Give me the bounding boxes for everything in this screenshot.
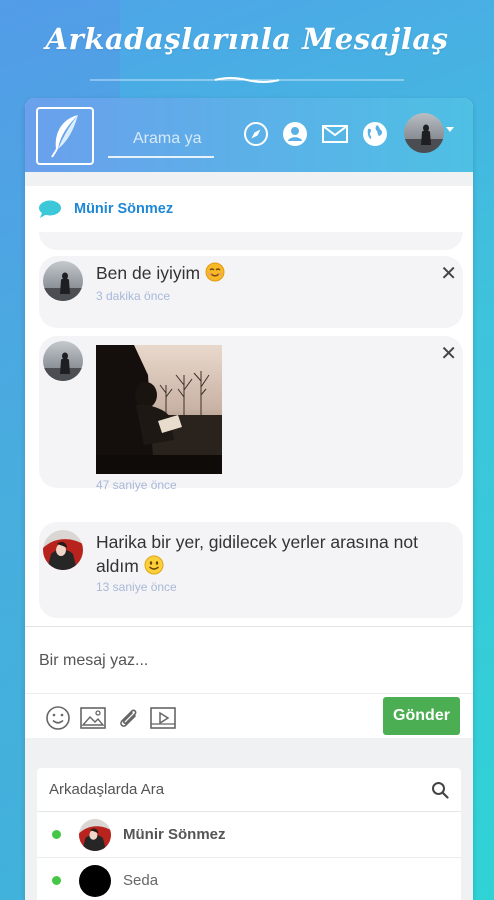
globe-icon <box>363 122 387 146</box>
top-navbar <box>25 98 473 172</box>
emoji-icon <box>46 706 70 730</box>
online-status-dot <box>52 830 61 839</box>
messages-button[interactable] <box>321 120 349 148</box>
profile-button[interactable] <box>281 120 309 148</box>
discover-button[interactable] <box>361 120 389 148</box>
message-item-image: 47 saniye önce ✕ <box>39 336 463 492</box>
video-button[interactable] <box>150 705 176 731</box>
top-search-input[interactable] <box>108 122 214 156</box>
friend-list-item[interactable]: Seda <box>37 858 461 900</box>
avatar <box>79 818 111 851</box>
composer-divider <box>25 693 473 694</box>
feather-logo-icon <box>51 115 78 158</box>
message-text: Harika bir yer, gidilecek yerler arasına… <box>96 532 418 576</box>
friends-search <box>37 768 461 812</box>
message-composer: Gönder <box>25 626 473 738</box>
online-status-dot <box>52 876 61 885</box>
top-search <box>108 122 214 158</box>
message-item-previous <box>39 232 463 250</box>
compass-icon <box>244 122 268 146</box>
avatar <box>79 864 111 897</box>
app-window: Münir Sönmez Ben de iyiyim <box>25 98 473 900</box>
avatar-photo <box>43 341 83 381</box>
avatar <box>43 261 83 301</box>
mail-icon <box>322 125 348 143</box>
send-button[interactable]: Gönder <box>383 697 460 735</box>
explore-button[interactable] <box>242 120 270 148</box>
message-time: 13 saniye önce <box>96 580 177 594</box>
chat-header: Münir Sönmez <box>25 186 473 232</box>
delete-message-button[interactable]: ✕ <box>440 263 457 283</box>
avatar <box>43 530 83 570</box>
attachment-icon <box>120 709 137 727</box>
avatar-photo <box>43 261 83 301</box>
emoji-button[interactable] <box>45 705 71 731</box>
message-photo[interactable] <box>96 345 222 474</box>
friend-name: Münir Sönmez <box>123 826 226 843</box>
image-icon <box>80 707 106 729</box>
avatar-photo <box>404 113 444 153</box>
message-input[interactable] <box>39 645 459 677</box>
hero-divider <box>90 77 404 83</box>
smile-emoji-icon <box>144 555 164 575</box>
chat-contact-name[interactable]: Münir Sönmez <box>74 201 173 217</box>
message-list[interactable]: Ben de iyiyim 3 dakika önce ✕ 47 saniye … <box>25 232 473 626</box>
friends-panel: Münir Sönmez Seda <box>37 768 461 900</box>
message-text: Ben de iyiyim <box>96 261 225 285</box>
search-icon[interactable] <box>431 781 449 799</box>
friends-search-input[interactable] <box>49 781 409 798</box>
image-button[interactable] <box>80 705 106 731</box>
message-time: 47 saniye önce <box>96 478 177 492</box>
chevron-down-icon[interactable] <box>446 127 454 132</box>
app-logo[interactable] <box>36 107 94 165</box>
message-item: Harika bir yer, gidilecek yerler arasına… <box>39 522 463 618</box>
message-time: 3 dakika önce <box>96 289 171 303</box>
friend-list-item[interactable]: Münir Sönmez <box>37 812 461 858</box>
attach-button[interactable] <box>115 705 141 731</box>
avatar <box>43 341 83 381</box>
delete-message-button[interactable]: ✕ <box>440 343 457 363</box>
message-item: Ben de iyiyim 3 dakika önce ✕ <box>39 256 463 328</box>
profile-icon <box>283 122 307 146</box>
user-avatar[interactable] <box>404 113 444 153</box>
smile-emoji-icon <box>205 262 225 282</box>
friend-name: Seda <box>123 872 159 889</box>
chat-bubble-icon <box>39 200 61 218</box>
hero-title: Arkadaşlarınla Mesajlaş <box>45 22 449 56</box>
avatar-photo <box>79 818 111 851</box>
video-icon <box>150 707 176 729</box>
shared-photo <box>96 345 222 474</box>
avatar-photo <box>43 530 83 570</box>
